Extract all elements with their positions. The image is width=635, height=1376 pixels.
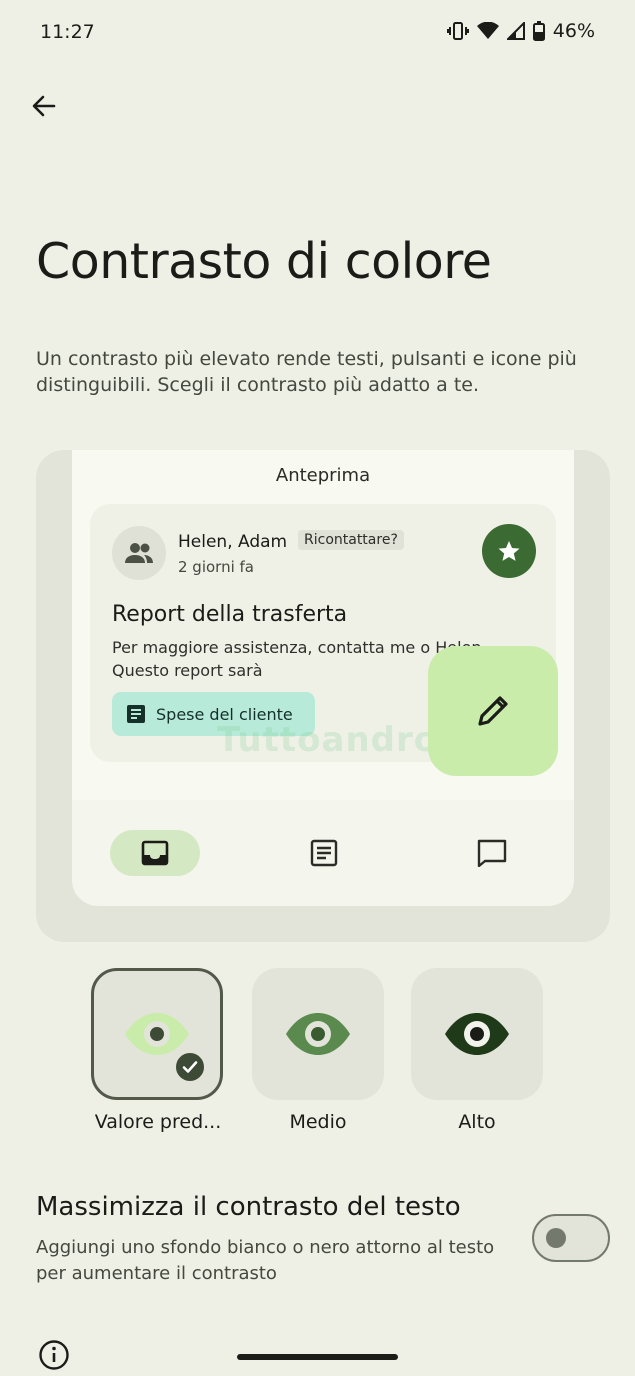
nav-chat xyxy=(472,830,512,876)
maximize-contrast-description: Aggiungi uno sfondo bianco o nero attorn… xyxy=(36,1237,495,1284)
edit-icon xyxy=(478,696,508,726)
battery-percent: 46% xyxy=(552,20,595,42)
nav-articles xyxy=(304,830,344,876)
avatar xyxy=(112,526,166,580)
article-icon xyxy=(310,839,338,867)
eye-icon xyxy=(445,1013,509,1055)
nav-inbox xyxy=(110,830,200,876)
contrast-option-medium[interactable] xyxy=(252,968,384,1100)
compose-fab xyxy=(428,646,558,776)
arrow-back-icon xyxy=(32,95,56,117)
mail-time: 2 giorni fa xyxy=(178,558,254,576)
preview-navigation xyxy=(72,800,574,906)
maximize-contrast-title: Massimizza il contrasto del testo xyxy=(36,1192,461,1222)
check-icon xyxy=(174,1051,206,1083)
eye-icon xyxy=(125,1013,189,1055)
page-description: Un contrasto più elevato rende testi, pu… xyxy=(36,348,577,396)
group-icon xyxy=(125,543,153,563)
maximize-contrast-toggle[interactable] xyxy=(532,1214,610,1262)
contrast-preview: Anteprima Helen, Adam Ricontattare? 2 gi… xyxy=(36,450,610,942)
contrast-option-medium-label: Medio xyxy=(289,1111,347,1133)
chat-icon xyxy=(477,839,507,867)
wifi-icon xyxy=(476,22,499,39)
home-indicator[interactable] xyxy=(237,1354,398,1360)
preview-label: Anteprima xyxy=(275,465,371,486)
page-title: Contrasto di colore xyxy=(36,233,492,290)
contrast-option-high-label: Alto xyxy=(458,1111,496,1133)
inbox-icon xyxy=(141,840,169,866)
mail-subject: Report della trasferta xyxy=(112,602,348,627)
preview-phone: Anteprima Helen, Adam Ricontattare? 2 gi… xyxy=(72,450,574,906)
vibrate-icon xyxy=(446,22,469,40)
eye-icon xyxy=(286,1013,350,1055)
contrast-option-default-label: Valore pred... xyxy=(94,1111,222,1133)
follow-up-chip: Ricontattare? xyxy=(298,530,404,550)
contrast-option-default[interactable] xyxy=(91,968,223,1100)
star-button xyxy=(482,524,536,578)
back-button[interactable] xyxy=(24,86,64,126)
preview-content: Anteprima Helen, Adam Ricontattare? 2 gi… xyxy=(72,450,574,800)
status-icons: 46% xyxy=(446,20,595,42)
mail-sender: Helen, Adam xyxy=(178,532,288,552)
info-icon xyxy=(39,1340,69,1370)
status-bar: 11:27 46% xyxy=(0,0,635,64)
star-icon xyxy=(498,541,520,561)
signal-icon xyxy=(506,22,525,40)
toggle-knob xyxy=(546,1228,566,1248)
status-time: 11:27 xyxy=(40,21,95,43)
battery-icon xyxy=(532,21,545,41)
contrast-option-high[interactable] xyxy=(411,968,543,1100)
document-icon xyxy=(127,705,145,723)
